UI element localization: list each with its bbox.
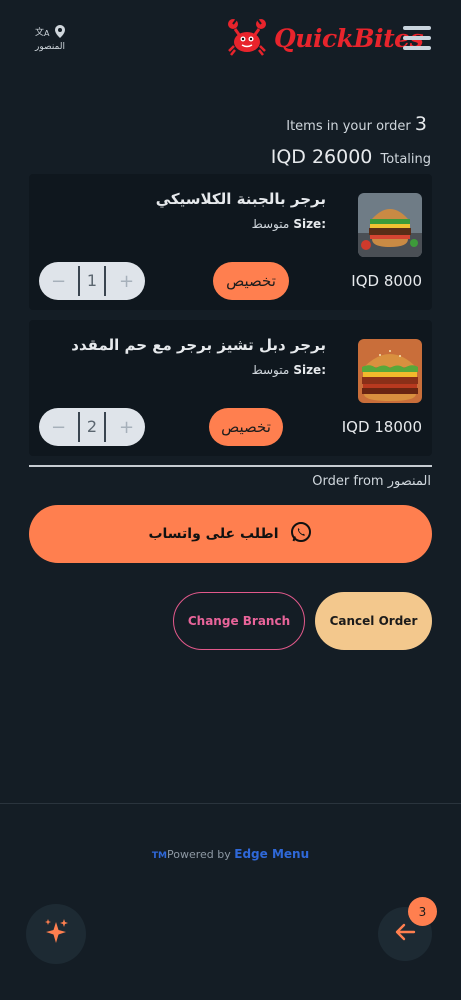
item-price: IQD 8000	[351, 272, 422, 290]
quantity-stepper: − 1 +	[39, 262, 145, 300]
order-from-label: Order from المنصور	[312, 474, 431, 489]
quantity-stepper: − 2 +	[39, 408, 145, 446]
menu-icon[interactable]	[403, 26, 431, 50]
branch-label: المنصور	[35, 42, 65, 52]
whatsapp-order-label: اطلب على واتساب	[148, 526, 279, 542]
item-image	[358, 193, 422, 257]
arrow-left-icon	[394, 923, 416, 945]
item-size-value: متوسط	[251, 217, 290, 231]
quantity-value[interactable]: 2	[78, 412, 106, 442]
cart-count-badge: 3	[408, 897, 437, 926]
order-item-card: برجر بالجبنة الكلاسيكي متوسط Size: IQD 8…	[29, 174, 432, 310]
decrement-button[interactable]: −	[51, 271, 66, 292]
increment-button[interactable]: +	[119, 417, 134, 438]
whatsapp-order-button[interactable]: اطلب على واتساب	[29, 505, 432, 563]
item-image	[358, 339, 422, 403]
customize-button[interactable]: تخصيص	[209, 408, 283, 446]
svg-text:文: 文	[35, 26, 44, 37]
sparkles-icon	[42, 918, 70, 950]
item-price: IQD 18000	[341, 418, 422, 436]
item-size: متوسط Size:	[252, 217, 326, 231]
decrement-button[interactable]: −	[51, 417, 66, 438]
footer-divider	[0, 803, 461, 804]
sparkles-button[interactable]	[26, 904, 86, 964]
branch-selector[interactable]: 文 A المنصور	[28, 24, 72, 52]
items-label: Items in your order	[286, 119, 411, 134]
brand-logo[interactable]: QuickBites	[226, 16, 424, 60]
order-total-value: IQD 26000	[270, 146, 373, 168]
order-total: IQD 26000 Totaling	[271, 146, 431, 168]
quantity-value[interactable]: 1	[78, 266, 106, 296]
item-size-value: متوسط	[251, 363, 290, 377]
cancel-order-button[interactable]: Cancel Order	[315, 592, 432, 650]
translate-icon[interactable]: 文 A	[35, 25, 51, 37]
item-name: برجر دبل تشيز برجر مع حم المقدد	[71, 336, 326, 354]
item-size-label: Size:	[293, 363, 326, 377]
item-name: برجر بالجبنة الكلاسيكي	[155, 190, 326, 208]
powered-by-brand[interactable]: Edge Menu	[234, 847, 309, 861]
powered-by: TMPowered by Edge Menu	[0, 847, 461, 861]
change-branch-button[interactable]: Change Branch	[173, 592, 305, 650]
items-count-value: 3	[414, 113, 427, 135]
crab-logo-icon	[226, 16, 268, 60]
brand-name: QuickBites	[274, 23, 424, 53]
increment-button[interactable]: +	[119, 271, 134, 292]
svg-text:A: A	[44, 29, 50, 37]
item-size: متوسط Size:	[252, 363, 326, 377]
order-item-card: برجر دبل تشيز برجر مع حم المقدد متوسط Si…	[29, 320, 432, 456]
whatsapp-icon	[289, 520, 313, 548]
items-count: Items in your order 3	[286, 113, 431, 135]
powered-by-label: Powered by	[166, 848, 231, 861]
totaling-label: Totaling	[380, 152, 431, 167]
trademark-mark: TM	[151, 851, 167, 861]
customize-button[interactable]: تخصيص	[213, 262, 289, 300]
divider	[29, 465, 432, 467]
item-size-label: Size:	[293, 217, 326, 231]
location-pin-icon	[55, 24, 65, 38]
header: 文 A المنصور QuickBites	[0, 0, 461, 80]
